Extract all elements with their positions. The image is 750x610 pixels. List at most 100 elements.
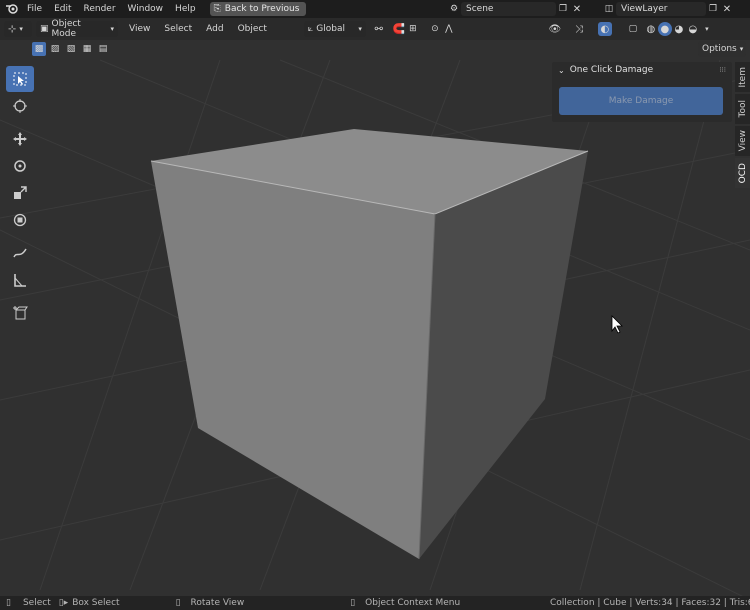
shading-options-icon[interactable]: ▾ — [700, 22, 714, 36]
object-mode-icon: ▣ — [40, 24, 49, 34]
rotate-tool[interactable] — [6, 153, 34, 179]
viewport-header: ⊹ ▾ ▣ Object Mode ▾ View Select Add Obje… — [0, 18, 750, 40]
select-subtract-icon[interactable]: ▧ — [64, 42, 78, 56]
scene-copy-icon[interactable]: ❐ — [556, 2, 570, 16]
snap-icon[interactable]: 🧲 — [392, 22, 406, 36]
shading-wireframe-icon[interactable]: ◍ — [644, 22, 658, 36]
snap-settings-icon[interactable]: ⊞ — [406, 22, 420, 36]
options-dropdown[interactable]: Options ▾ — [698, 41, 746, 57]
select-invert-icon[interactable]: ▦ — [80, 42, 94, 56]
sidebar-tabs: Item Tool View OCD — [735, 62, 750, 190]
rotate-icon — [14, 160, 26, 172]
scale-tool[interactable] — [6, 180, 34, 206]
cursor-icon — [13, 99, 27, 113]
status-select: ▯ Select — [6, 598, 51, 608]
status-rotate-view-label: Rotate View — [190, 598, 245, 608]
top-menu-bar: File Edit Render Window Help ⎘ Back to P… — [0, 0, 750, 18]
select-new-icon[interactable]: ▩ — [32, 42, 46, 56]
add-cube-tool[interactable] — [6, 300, 34, 326]
mouse-right-icon: ▯ — [350, 598, 356, 608]
view-layer-name: ViewLayer — [621, 4, 668, 14]
annotate-tool[interactable] — [6, 240, 34, 266]
shading-solid-icon[interactable]: ● — [657, 22, 672, 36]
status-context-menu: ▯ Object Context Menu — [350, 598, 460, 608]
tab-tool[interactable]: Tool — [735, 94, 750, 124]
make-damage-label: Make Damage — [608, 96, 674, 106]
make-damage-button[interactable]: Make Damage — [559, 87, 723, 115]
viewport-subheader: ▩ ▨ ▧ ▦ ▤ Options ▾ — [0, 40, 750, 58]
cursor-tool[interactable] — [6, 93, 34, 119]
scene-selector: ⚙ Scene ❐ ✕ — [447, 1, 584, 17]
gizmo-icon[interactable]: ⤨ — [572, 22, 586, 36]
editor-type-icon: ⊹ — [8, 23, 17, 35]
panel-title: One Click Damage — [569, 65, 654, 75]
mode-dropdown[interactable]: ▣ Object Mode ▾ — [36, 19, 118, 39]
visibility-icon[interactable]: 👁 — [548, 22, 562, 36]
select-box-tool[interactable] — [6, 66, 34, 92]
menu-window[interactable]: Window — [122, 0, 170, 18]
back-to-previous-label: Back to Previous — [224, 4, 300, 14]
editor-type-dropdown[interactable]: ⊹ ▾ — [4, 21, 32, 37]
view-layer-icon[interactable]: ◫ — [602, 2, 616, 16]
scene-field[interactable]: Scene — [461, 2, 556, 16]
pivot-icon[interactable]: ⚯ — [372, 22, 386, 36]
scale-icon — [14, 186, 27, 199]
shading-rendered-icon[interactable]: ◒ — [686, 22, 700, 36]
back-to-previous-button[interactable]: ⎘ Back to Previous — [209, 2, 307, 16]
menu-file[interactable]: File — [21, 0, 48, 18]
measure-tool[interactable] — [6, 267, 34, 293]
scene-delete-icon[interactable]: ✕ — [570, 2, 584, 16]
menu-edit[interactable]: Edit — [48, 0, 77, 18]
falloff-icon[interactable]: ⋀ — [442, 22, 456, 36]
select-box-icon — [13, 72, 27, 86]
status-rotate-view: ▯ Rotate View — [176, 598, 245, 608]
move-tool[interactable] — [6, 126, 34, 152]
tab-ocd-label: OCD — [737, 162, 748, 184]
view-layer-selector: ◫ ViewLayer ❐ ✕ — [602, 1, 734, 17]
tab-view-label: View — [737, 130, 748, 152]
view-layer-copy-icon[interactable]: ❐ — [706, 2, 720, 16]
proportional-edit-icon[interactable]: ⊙ — [428, 22, 442, 36]
menu-add[interactable]: Add — [199, 18, 230, 40]
chevron-down-icon: ▾ — [19, 25, 23, 33]
tab-ocd[interactable]: OCD — [735, 158, 750, 188]
menu-help[interactable]: Help — [169, 0, 202, 18]
menu-object[interactable]: Object — [231, 18, 274, 40]
scene-name: Scene — [466, 4, 494, 14]
chevron-down-icon: ⌄ — [558, 65, 565, 75]
drag-handle-icon[interactable]: ⁞⁞⁞ — [719, 66, 726, 74]
view-layer-delete-icon[interactable]: ✕ — [720, 2, 734, 16]
select-intersect-icon[interactable]: ▤ — [96, 42, 110, 56]
status-context-menu-label: Object Context Menu — [365, 598, 461, 608]
overlay-icon[interactable]: ◐ — [597, 22, 612, 36]
measure-icon — [14, 274, 26, 287]
status-select-label: Select — [22, 598, 51, 608]
tab-item[interactable]: Item — [735, 62, 750, 92]
status-box-select-label: Box Select — [72, 598, 120, 608]
scene-icon[interactable]: ⚙ — [447, 2, 461, 16]
add-cube-icon — [13, 306, 28, 320]
menu-select[interactable]: Select — [157, 18, 199, 40]
select-extend-icon[interactable]: ▨ — [48, 42, 62, 56]
menu-view[interactable]: View — [122, 18, 157, 40]
annotate-icon — [13, 248, 27, 258]
transform-tool[interactable] — [6, 207, 34, 233]
mode-label: Object Mode — [51, 19, 81, 39]
mouse-middle-icon: ▯ — [175, 598, 181, 608]
shading-material-icon[interactable]: ◕ — [672, 22, 686, 36]
tab-view[interactable]: View — [735, 126, 750, 156]
view-layer-field[interactable]: ViewLayer — [616, 2, 706, 16]
xray-icon[interactable]: ▢ — [626, 22, 640, 36]
menu-render[interactable]: Render — [78, 0, 122, 18]
orientation-icon: ⟀ — [307, 24, 314, 34]
transform-icon — [13, 213, 27, 227]
chevron-down-icon: ▾ — [739, 45, 744, 53]
mouse-left-icon: ▯ — [6, 598, 11, 608]
move-icon — [13, 132, 27, 146]
tab-item-label: Item — [737, 66, 748, 88]
panel-header[interactable]: ⌄ One Click Damage ⁞⁞⁞ — [552, 62, 732, 78]
blender-logo-icon[interactable] — [3, 0, 21, 18]
status-box-select: ▯▸ Box Select — [59, 598, 120, 608]
back-icon: ⎘ — [213, 4, 221, 14]
transform-orientation-dropdown[interactable]: ⟀ Global ▾ — [303, 21, 366, 37]
